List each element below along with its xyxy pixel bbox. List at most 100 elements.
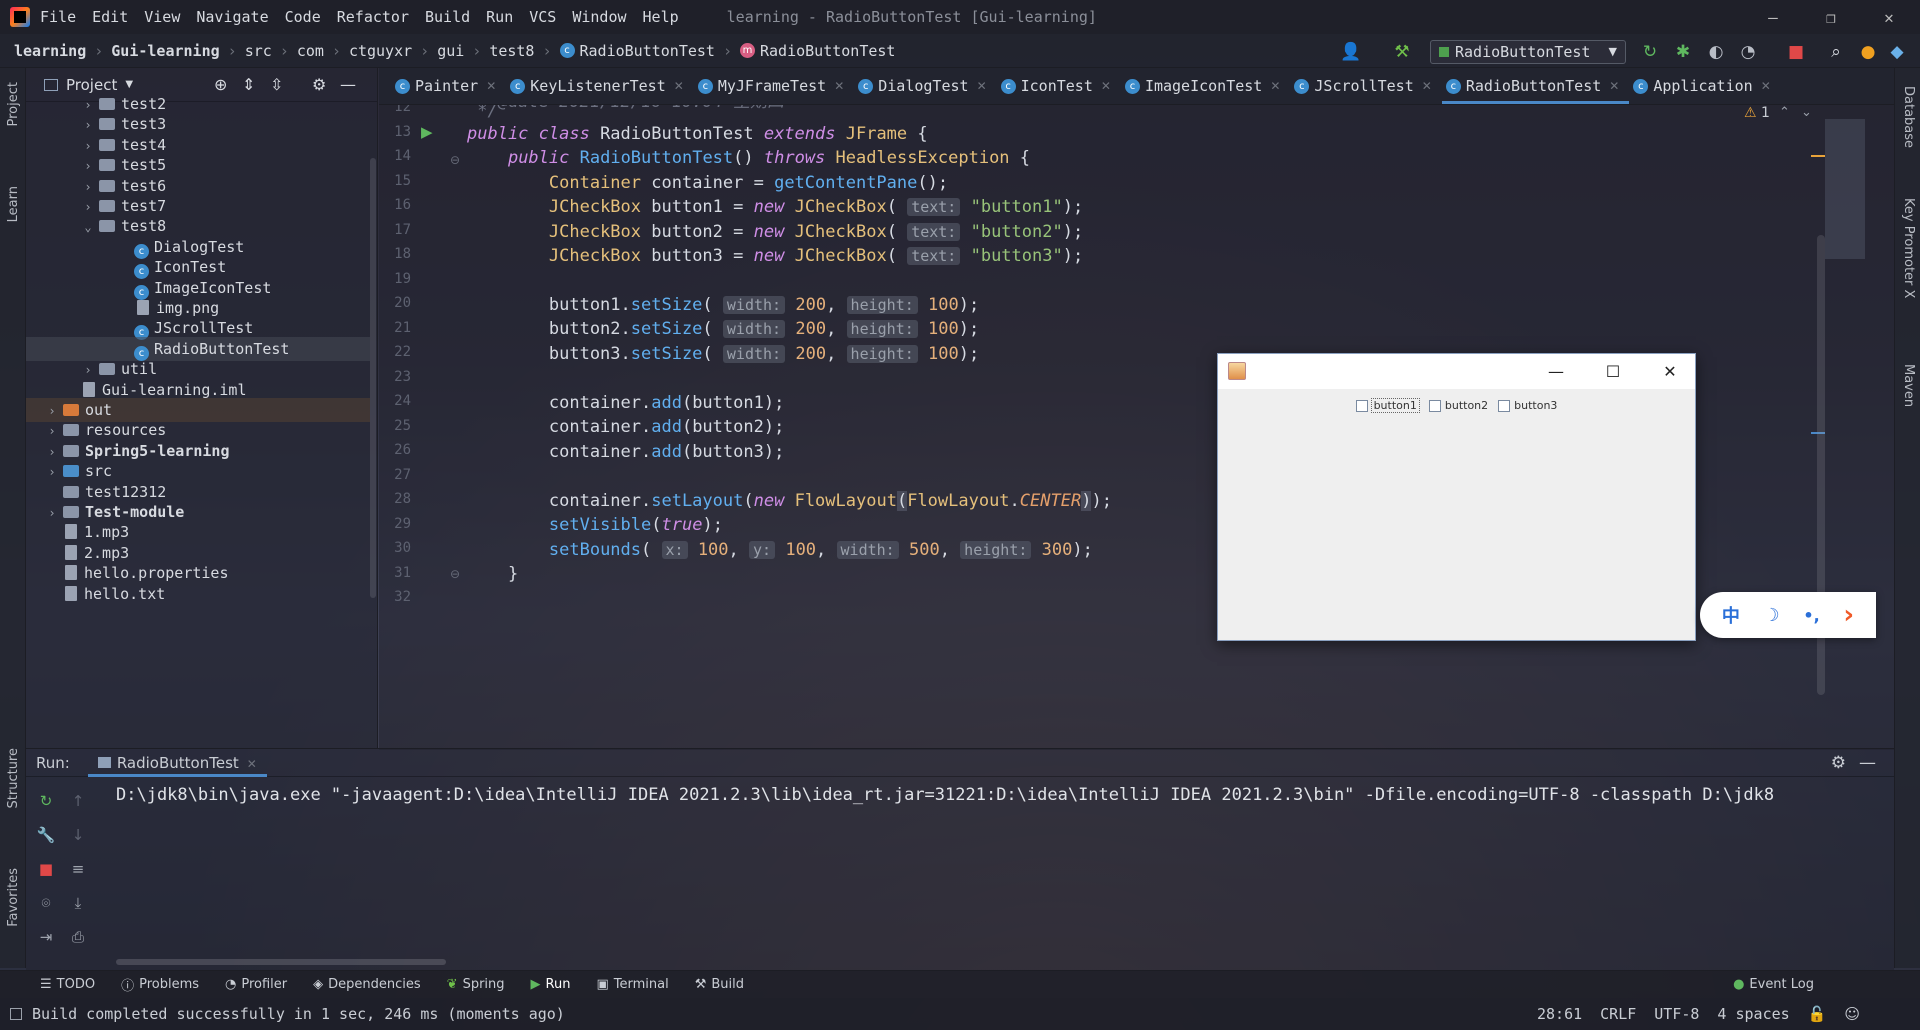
menu-code[interactable]: Code xyxy=(285,8,321,26)
menu-run[interactable]: Run xyxy=(486,8,513,26)
line-separator[interactable]: CRLF xyxy=(1600,1005,1636,1023)
menu-help[interactable]: Help xyxy=(643,8,679,26)
coverage-icon[interactable]: ◐ xyxy=(1706,42,1726,62)
warning-marker[interactable] xyxy=(1811,155,1825,157)
menu-view[interactable]: View xyxy=(144,8,180,26)
swing-minimize-button[interactable]: — xyxy=(1541,360,1571,384)
menu-build[interactable]: Build xyxy=(425,8,470,26)
structure-tool-button[interactable]: Structure xyxy=(6,748,21,808)
close-button[interactable]: ✕ xyxy=(1860,0,1918,34)
tab-spring[interactable]: ❦ Spring xyxy=(447,977,505,992)
stop-icon[interactable]: ■ xyxy=(36,859,56,879)
close-tab-icon[interactable]: ✕ xyxy=(1270,79,1280,93)
maximize-button[interactable]: ❐ xyxy=(1802,0,1860,34)
menu-edit[interactable]: Edit xyxy=(92,8,128,26)
checkbox-button1[interactable]: button1 xyxy=(1355,398,1420,413)
panel-toggle-icon[interactable] xyxy=(10,1008,22,1020)
breadcrumb-ctguyxr[interactable]: ctguyxr xyxy=(349,42,412,60)
close-tab-icon[interactable]: ✕ xyxy=(486,79,496,93)
run-tab-radiobuttontest[interactable]: RadioButtonTest ✕ xyxy=(87,749,267,777)
tab-event-log[interactable]: ● Event Log xyxy=(1733,977,1814,992)
lock-icon[interactable]: 🔓 xyxy=(1808,1005,1827,1023)
tab-terminal[interactable]: ▣ Terminal xyxy=(596,977,668,992)
close-tab-icon[interactable]: ✕ xyxy=(1422,79,1432,93)
up-arrow-icon[interactable]: ↑ xyxy=(68,791,88,811)
tab-dialogtest[interactable]: c DialogTest ✕ xyxy=(854,68,996,104)
tab-application[interactable]: c Application ✕ xyxy=(1629,68,1780,104)
breadcrumb-learning[interactable]: learning xyxy=(14,42,86,60)
breadcrumb-method[interactable]: RadioButtonTest xyxy=(760,42,895,60)
next-highlight-icon[interactable]: ⌄ xyxy=(1801,105,1812,120)
minimap[interactable] xyxy=(1825,119,1865,259)
menu-navigate[interactable]: Navigate xyxy=(196,8,268,26)
tab-imageicontest[interactable]: c ImageIconTest ✕ xyxy=(1121,68,1290,104)
key-promoter-tool-button[interactable]: Key Promoter X xyxy=(1901,198,1916,298)
run-gutter-icon[interactable]: ▶ xyxy=(421,123,433,141)
checkbox-button3[interactable]: button3 xyxy=(1498,399,1557,412)
close-tab-icon[interactable]: ✕ xyxy=(834,79,844,93)
run-configuration-select[interactable]: RadioButtonTest ▼ xyxy=(1430,40,1626,64)
user-icon[interactable]: 👤 xyxy=(1340,42,1361,62)
console-horizontal-scrollbar[interactable] xyxy=(116,959,446,965)
status-message[interactable]: Build completed successfully in 1 sec, 2… xyxy=(32,1005,565,1023)
tab-jscrolltest[interactable]: c JScrollTest ✕ xyxy=(1290,68,1441,104)
stop-icon[interactable]: ■ xyxy=(1786,42,1806,62)
camera-icon[interactable]: ⌾ xyxy=(36,893,56,913)
close-tab-icon[interactable]: ✕ xyxy=(977,79,987,93)
fold-icon[interactable]: ⊖ xyxy=(450,567,460,581)
project-tool-button[interactable]: Project xyxy=(6,82,21,126)
close-tab-icon[interactable]: ✕ xyxy=(1101,79,1111,93)
tab-painter[interactable]: c Painter ✕ xyxy=(391,68,506,104)
close-tab-icon[interactable]: ✕ xyxy=(1609,79,1619,93)
tab-profiler[interactable]: ◔ Profiler xyxy=(225,977,287,992)
tree-scrollbar[interactable] xyxy=(370,158,376,598)
indent-setting[interactable]: 4 spaces xyxy=(1717,1005,1789,1023)
close-tab-icon[interactable]: ✕ xyxy=(247,757,257,771)
menu-refactor[interactable]: Refactor xyxy=(337,8,409,26)
tab-run[interactable]: ▶ Run xyxy=(531,977,571,992)
menu-vcs[interactable]: VCS xyxy=(529,8,556,26)
console-output[interactable]: D:\jdk8\bin\java.exe "-javaagent:D:\idea… xyxy=(116,785,1774,805)
breadcrumb-gui-learning[interactable]: Gui-learning xyxy=(111,42,219,60)
tab-build[interactable]: ⚒ Build xyxy=(695,977,744,992)
tab-radiobuttontest[interactable]: c RadioButtonTest ✕ xyxy=(1441,68,1630,104)
project-view-selector[interactable]: Project xyxy=(66,76,117,94)
tab-dependencies[interactable]: ◈ Dependencies xyxy=(313,977,421,992)
breadcrumb-src[interactable]: src xyxy=(245,42,272,60)
chinese-mode-icon[interactable]: 中 xyxy=(1722,602,1740,628)
swing-maximize-button[interactable]: ☐ xyxy=(1598,360,1628,384)
fold-icon[interactable]: ⊖ xyxy=(450,153,460,167)
caret-position[interactable]: 28:61 xyxy=(1537,1005,1582,1023)
checkbox-box[interactable] xyxy=(1355,399,1368,412)
close-tab-icon[interactable]: ✕ xyxy=(1761,79,1771,93)
prev-highlight-icon[interactable]: ⌃ xyxy=(1779,105,1790,120)
moon-icon[interactable]: ☽ xyxy=(1764,605,1780,626)
search-icon[interactable]: ⌕ xyxy=(1826,42,1846,62)
maven-tool-button[interactable]: Maven xyxy=(1901,364,1916,407)
debug-icon[interactable]: ✱ xyxy=(1673,42,1693,62)
scroll-to-end-icon[interactable]: ⤓ xyxy=(68,893,88,913)
gear-icon[interactable]: ⚙ xyxy=(1831,753,1846,773)
breadcrumb-com[interactable]: com xyxy=(297,42,324,60)
swing-close-button[interactable]: ✕ xyxy=(1655,360,1685,384)
close-tab-icon[interactable]: ✕ xyxy=(674,79,684,93)
database-tool-button[interactable]: Database xyxy=(1901,86,1916,148)
breadcrumb-class[interactable]: RadioButtonTest xyxy=(580,42,715,60)
ime-toolbar[interactable]: 中 ☽ •, › xyxy=(1700,592,1876,638)
favorites-tool-button[interactable]: Favorites xyxy=(6,868,21,927)
chevron-down-icon[interactable]: ▼ xyxy=(125,79,133,90)
tab-todo[interactable]: ☰ TODO xyxy=(40,977,95,992)
rerun-icon[interactable]: ↻ xyxy=(1640,42,1660,62)
file-encoding[interactable]: UTF-8 xyxy=(1654,1005,1699,1023)
inspector-icon[interactable]: ☺ xyxy=(1844,1005,1860,1023)
rerun-icon[interactable]: ↻ xyxy=(36,791,56,811)
breadcrumb-test8[interactable]: test8 xyxy=(489,42,534,60)
learn-tool-button[interactable]: Learn xyxy=(6,186,21,222)
tab-myjframetest[interactable]: c MyJFrameTest ✕ xyxy=(694,68,854,104)
swing-window-titlebar[interactable]: — ☐ ✕ xyxy=(1218,354,1695,389)
menu-file[interactable]: File xyxy=(40,8,76,26)
down-arrow-icon[interactable]: ↓ xyxy=(68,825,88,845)
java-swing-window[interactable]: — ☐ ✕ button1 button2 button3 xyxy=(1217,353,1696,641)
soft-wrap-icon[interactable]: ≡ xyxy=(68,859,88,879)
profile-icon[interactable]: ◔ xyxy=(1738,42,1758,62)
